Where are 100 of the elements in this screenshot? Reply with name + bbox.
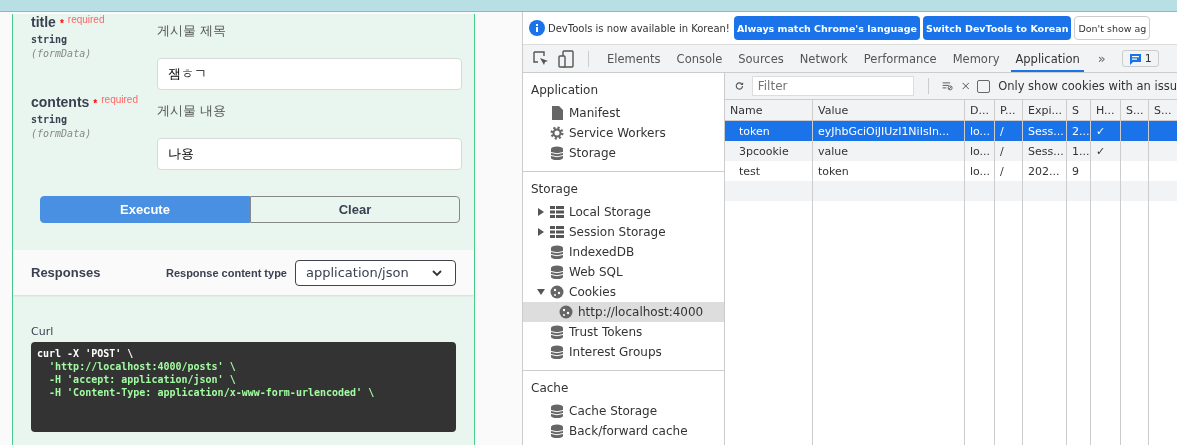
- filter-field[interactable]: Filter: [751, 76, 914, 96]
- sidebar-item[interactable]: Session Storage: [523, 222, 724, 242]
- database-icon: [550, 146, 564, 160]
- table-row[interactable]: 3pcookie value lo... / Sess... 1... ✓: [725, 141, 1177, 161]
- sidebar-item[interactable]: Service Workers: [523, 123, 724, 143]
- message-icon: [1128, 52, 1142, 65]
- sidebar-item[interactable]: Web SQL: [523, 262, 724, 282]
- devtools-tab[interactable]: Memory: [948, 45, 1004, 72]
- table-cell: ✓: [1096, 124, 1106, 138]
- column-header[interactable]: H...: [1091, 100, 1121, 120]
- sidebar-item[interactable]: Local Storage: [523, 202, 724, 222]
- code-line: 'http://localhost:4000/posts' \: [48, 360, 237, 373]
- column-header[interactable]: S...: [1149, 100, 1177, 120]
- devtools-tab[interactable]: Network: [795, 45, 852, 72]
- code-line: curl -X 'POST' \: [37, 347, 135, 360]
- gear-icon: [550, 126, 564, 140]
- table-cell: ✓: [1096, 144, 1106, 158]
- sidebar-item[interactable]: http://localhost:4000: [523, 302, 724, 322]
- sidebar-item[interactable]: Manifest: [523, 103, 724, 123]
- table-cell: value: [818, 144, 849, 158]
- required-mark: *: [59, 18, 64, 29]
- database-icon: [550, 265, 564, 279]
- parameter-description: 게시물 내용: [157, 102, 228, 120]
- required-mark: *: [93, 98, 98, 109]
- table-cell: 3pcookie: [739, 144, 789, 158]
- device-toolbar-icon[interactable]: [558, 49, 574, 68]
- column-header[interactable]: Name: [725, 100, 813, 120]
- table-row[interactable]: token eyJhbGciOiJIUzI1NiIsIn... lo... / Sess... 2... ✓: [725, 121, 1177, 141]
- table-cell: token: [818, 164, 849, 178]
- column-header[interactable]: P...: [995, 100, 1023, 120]
- column-header[interactable]: D...: [965, 100, 995, 120]
- sidebar-section-title: Cache: [530, 380, 570, 397]
- devtools-tab[interactable]: Elements: [603, 45, 665, 72]
- database-icon: [550, 245, 564, 259]
- table-icon: [550, 206, 564, 218]
- column-header[interactable]: Expi...: [1023, 100, 1067, 120]
- devtools-tab[interactable]: Application: [1011, 45, 1084, 72]
- database-icon: [550, 424, 564, 438]
- parameter-name: contents: [31, 94, 90, 110]
- database-icon: [550, 325, 564, 339]
- required-label: required: [67, 14, 105, 25]
- column-header[interactable]: S: [1067, 100, 1091, 120]
- collapsed-arrow-icon[interactable]: [537, 228, 545, 236]
- table-cell: lo...: [970, 144, 991, 158]
- table-cell: 9: [1072, 164, 1079, 178]
- sidebar-item[interactable]: Cache Storage: [523, 401, 724, 421]
- sidebar-item[interactable]: IndexedDB: [523, 242, 724, 262]
- table-cell: Sess...: [1028, 144, 1064, 158]
- input-field[interactable]: 잼ㅎㄱ: [157, 58, 462, 90]
- checkbox[interactable]: [977, 79, 991, 93]
- sidebar-item[interactable]: Back/forward cache: [523, 421, 724, 441]
- sidebar-item[interactable]: Trust Tokens: [523, 322, 724, 342]
- parameter-type: string: [31, 34, 69, 45]
- table-cell: 202...: [1028, 164, 1060, 178]
- required-label: required: [101, 94, 138, 105]
- infobar-button[interactable]: Don't show ag: [1074, 16, 1151, 40]
- expanded-arrow-icon[interactable]: [537, 288, 545, 296]
- issues-badge[interactable]: 1: [1121, 50, 1159, 67]
- table-cell: lo...: [970, 124, 991, 138]
- file-icon: [550, 106, 564, 120]
- parameter-location: (formData): [31, 128, 93, 139]
- devtools-tab[interactable]: Performance: [859, 45, 941, 72]
- collapsed-arrow-icon[interactable]: [537, 208, 545, 216]
- sidebar-item[interactable]: Cookies: [523, 282, 724, 302]
- infobar-button[interactable]: Switch DevTools to Korean: [922, 16, 1072, 40]
- content-type-select[interactable]: application/json: [295, 259, 456, 286]
- info-icon: [529, 20, 545, 36]
- database-icon: [550, 404, 564, 418]
- sidebar-item[interactable]: Storage: [523, 143, 724, 163]
- table-cell: token: [739, 124, 770, 138]
- issues-count: 1: [1144, 52, 1152, 65]
- table-cell: /: [1000, 124, 1004, 138]
- column-header[interactable]: Value: [813, 100, 965, 120]
- table-cell: Sess...: [1028, 124, 1064, 138]
- cookie-icon: [559, 305, 573, 319]
- info-message: DevTools is now available in Korean!: [548, 22, 730, 34]
- input-field[interactable]: 나용: [157, 138, 462, 170]
- clear-button[interactable]: Clear: [250, 196, 460, 223]
- code-line: -H 'Content-Type: application/x-www-form-urlencoded' \: [48, 386, 376, 399]
- cookie-icon: [550, 285, 564, 299]
- clear-filtered-icon[interactable]: [942, 79, 954, 93]
- table-cell: 1...: [1072, 144, 1090, 158]
- sidebar-item[interactable]: Interest Groups: [523, 342, 724, 362]
- more-tabs-button[interactable]: »: [1097, 51, 1106, 66]
- table-cell: 2...: [1072, 124, 1090, 138]
- close-icon[interactable]: [961, 80, 970, 92]
- database-icon: [550, 345, 564, 359]
- table-cell: test: [739, 164, 761, 178]
- code-line: -H 'accept: application/json' \: [48, 373, 237, 386]
- infobar-button[interactable]: Always match Chrome's language: [733, 16, 920, 40]
- devtools-tab[interactable]: Console: [672, 45, 727, 72]
- table-cell: /: [1000, 164, 1004, 178]
- table-cell: lo...: [970, 164, 991, 178]
- devtools-tab[interactable]: Sources: [734, 45, 788, 72]
- responses-title: Responses: [31, 265, 102, 280]
- column-header[interactable]: S...: [1121, 100, 1149, 120]
- curl-label: Curl: [31, 325, 55, 338]
- sidebar-section-title: Storage: [530, 181, 579, 198]
- table-cell: eyJhbGciOiJIUzI1NiIsIn...: [818, 124, 950, 138]
- refresh-icon[interactable]: [735, 79, 744, 93]
